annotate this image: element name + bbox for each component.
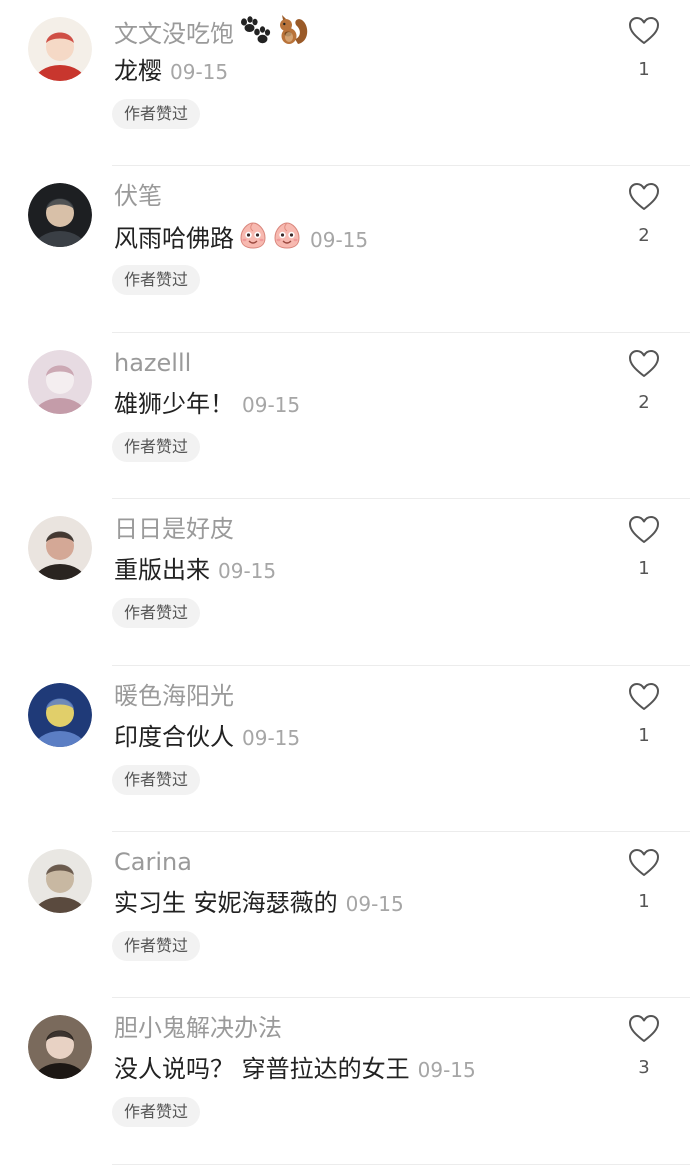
like-count: 1 <box>638 724 650 746</box>
comment-time: 09-15 <box>218 559 277 584</box>
comment-content: 风雨哈佛路 <box>114 224 234 253</box>
username[interactable]: 伏笔 <box>114 180 162 212</box>
heart-icon[interactable] <box>628 516 660 548</box>
like-button[interactable]: 1 <box>628 16 660 80</box>
author-liked-badge: 作者赞过 <box>112 265 201 296</box>
comment-text: 龙樱 09-15 <box>114 54 228 89</box>
comment-text: 实习生 安妮海瑟薇的 09-15 <box>114 886 404 921</box>
comment-time: 09-15 <box>310 227 369 252</box>
username-text: 暖色海阳光 <box>114 681 234 710</box>
like-button[interactable]: 3 <box>628 1014 660 1078</box>
like-button[interactable]: 1 <box>628 515 660 579</box>
comment-content: 雄狮少年！ <box>114 389 234 418</box>
like-button[interactable]: 1 <box>628 682 660 746</box>
author-liked-badge: 作者赞过 <box>112 99 201 129</box>
username-text: 日日是好皮 <box>114 515 234 544</box>
avatar[interactable] <box>28 17 92 81</box>
heart-icon[interactable] <box>628 349 660 382</box>
author-liked-badge: 作者赞过 <box>112 598 201 629</box>
comment-list: 文文没吃饱 龙樱 09-15 作者赞过 1 伏笔 风雨哈佛路 09-15 作者赞过 2 hazell… <box>0 0 690 1165</box>
username[interactable]: hazelll <box>114 347 191 379</box>
comment-item[interactable]: 伏笔风雨哈佛路 09-15 作者赞过 2 <box>0 166 690 333</box>
username[interactable]: 胆小鬼解决办法 <box>114 1012 282 1044</box>
like-count: 2 <box>638 225 650 247</box>
username[interactable]: 日日是好皮 <box>114 513 234 545</box>
comment-content: 没人说吗？ 穿普拉达的女王 <box>114 1055 410 1084</box>
username[interactable]: Carina <box>114 846 192 878</box>
author-liked-badge: 作者赞过 <box>112 930 201 961</box>
author-liked-badge: 作者赞过 <box>112 764 201 795</box>
like-button[interactable]: 1 <box>628 848 660 912</box>
comment-content: 印度合伙人 <box>114 722 234 751</box>
heart-icon[interactable] <box>628 682 660 715</box>
comment-item[interactable]: Carina 实习生 安妮海瑟薇的 09-15 作者赞过 1 <box>0 832 690 999</box>
author-liked-badge: 作者赞过 <box>112 431 201 462</box>
heart-icon[interactable] <box>628 17 660 49</box>
username[interactable]: 暖色海阳光 <box>114 680 234 712</box>
comment-text: 重版出来 09-15 <box>114 553 276 588</box>
avatar[interactable] <box>28 349 92 414</box>
like-count: 1 <box>638 890 650 912</box>
comment-content: 重版出来 <box>114 556 210 585</box>
username-text: 胆小鬼解决办法 <box>114 1014 282 1043</box>
like-button[interactable]: 2 <box>628 182 660 246</box>
like-count: 2 <box>638 391 650 413</box>
comment-time: 09-15 <box>170 60 229 84</box>
comment-time: 09-15 <box>417 1058 476 1083</box>
comment-content: 龙樱 <box>114 57 162 85</box>
author-liked-badge: 作者赞过 <box>112 1097 201 1128</box>
avatar[interactable] <box>28 516 92 581</box>
username-text: 文文没吃饱 <box>114 20 234 48</box>
comment-text: 雄狮少年！ 09-15 <box>114 387 300 422</box>
avatar[interactable] <box>28 682 92 747</box>
like-count: 1 <box>638 558 650 580</box>
paw-prints-icon <box>238 16 272 54</box>
avatar[interactable] <box>28 183 92 248</box>
like-button[interactable]: 2 <box>628 349 660 413</box>
username-text: Carina <box>114 847 192 876</box>
comment-item[interactable]: 胆小鬼解决办法没人说吗？ 穿普拉达的女王 09-15 作者赞过 3 <box>0 998 690 1165</box>
comment-item[interactable]: 暖色海阳光印度合伙人 09-15 作者赞过 1 <box>0 666 690 832</box>
comment-content: 实习生 安妮海瑟薇的 <box>114 888 338 917</box>
peach-face-icon <box>238 220 268 259</box>
squirrel-icon <box>276 14 310 56</box>
heart-icon[interactable] <box>628 1015 660 1047</box>
username-text: hazelll <box>114 348 192 377</box>
like-count: 1 <box>638 59 650 80</box>
comment-time: 09-15 <box>242 725 301 750</box>
avatar[interactable] <box>28 848 92 913</box>
peach-face-icon <box>272 220 302 259</box>
comment-text: 风雨哈佛路 09-15 <box>114 220 368 259</box>
comment-item[interactable]: 日日是好皮重版出来 09-15 作者赞过 1 <box>0 499 690 666</box>
like-count: 3 <box>638 1057 650 1079</box>
heart-icon[interactable] <box>628 848 660 881</box>
comment-time: 09-15 <box>242 392 301 417</box>
heart-icon[interactable] <box>628 183 660 215</box>
username-text: 伏笔 <box>114 182 162 211</box>
comment-time: 09-15 <box>345 891 404 916</box>
comment-text: 没人说吗？ 穿普拉达的女王 09-15 <box>114 1052 476 1087</box>
username[interactable]: 文文没吃饱 <box>114 14 310 56</box>
avatar[interactable] <box>28 1015 92 1080</box>
comment-item[interactable]: 文文没吃饱龙樱 09-15 作者赞过 1 <box>0 0 690 167</box>
comment-text: 印度合伙人 09-15 <box>114 720 300 755</box>
comment-item[interactable]: hazelll 雄狮少年！ 09-15 作者赞过 2 <box>0 333 690 500</box>
